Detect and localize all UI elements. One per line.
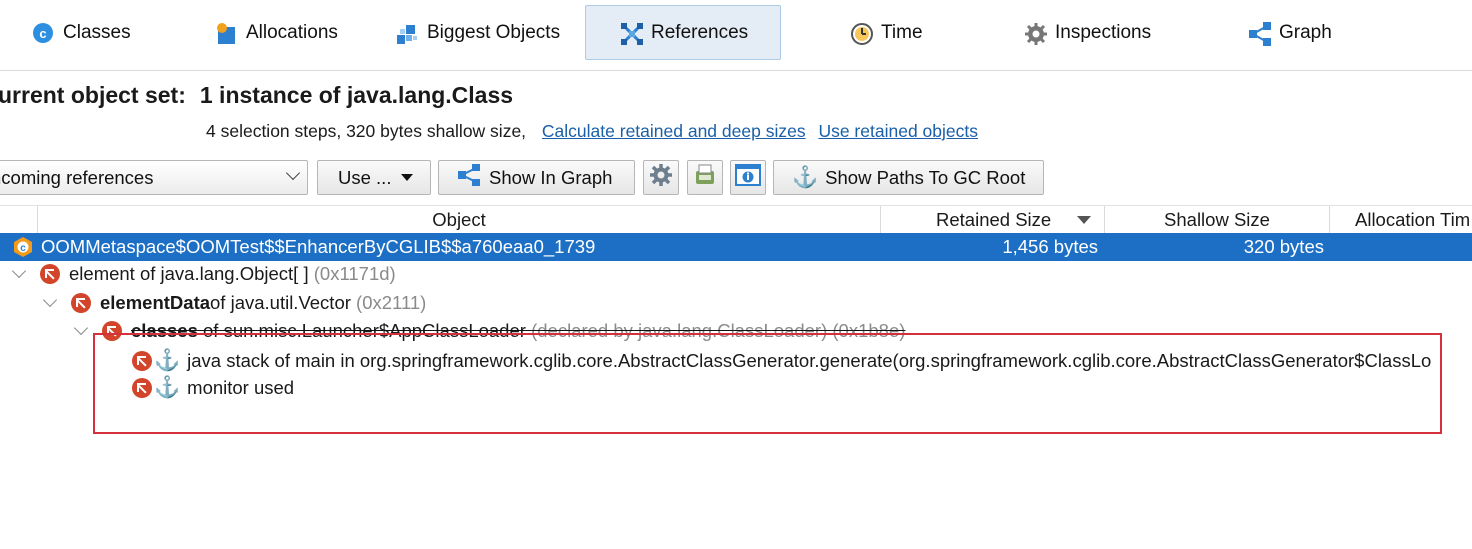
retained-size-value: 1,456 bytes: [1002, 236, 1098, 257]
show-in-graph-button[interactable]: Show In Graph: [438, 160, 635, 195]
tab-label: Inspections: [1055, 21, 1152, 43]
graph-icon: [457, 164, 481, 191]
incoming-reference-icon: [40, 264, 60, 284]
tab-classes[interactable]: c Classes: [24, 5, 194, 60]
title-prefix: urrent object set:: [0, 82, 186, 108]
settings-button[interactable]: [643, 160, 679, 195]
tab-label: Time: [881, 21, 923, 43]
svg-text:c: c: [20, 243, 26, 254]
column-header-shallow-size[interactable]: Shallow Size: [1104, 206, 1329, 234]
info-icon: [735, 163, 761, 192]
time-icon: [850, 22, 873, 45]
expand-chevron-icon[interactable]: [42, 292, 58, 308]
tab-label: Allocations: [246, 21, 338, 43]
tab-inspections[interactable]: Inspections: [1016, 5, 1196, 60]
page-title: urrent object set: 1 instance of java.lan…: [0, 82, 513, 109]
calculate-retained-sizes-link[interactable]: Calculate retained and deep sizes: [542, 121, 806, 141]
view-tab-bar: c Classes Allocations Biggest Objects Re…: [0, 0, 1472, 71]
use-button[interactable]: Use ...: [317, 160, 431, 195]
anchor-icon: ⚓: [792, 165, 819, 189]
tab-label: Biggest Objects: [427, 21, 561, 43]
object-id: (0x1171d): [313, 263, 396, 284]
expand-chevron-icon[interactable]: [11, 263, 27, 279]
tab-label: Classes: [63, 21, 131, 43]
chevron-down-icon: [285, 165, 301, 181]
tab-graph[interactable]: Graph: [1240, 5, 1380, 60]
classes-icon: c: [32, 22, 54, 44]
tree-row[interactable]: element of java.lang.Object[ ] (0x1171d): [11, 260, 396, 288]
reference-view-select[interactable]: ncoming references: [0, 160, 308, 195]
object-set-description: 1 instance of java.lang.Class: [199, 82, 514, 108]
object-set-summary: 4 selection steps, 320 bytes shallow siz…: [206, 121, 978, 142]
sort-descending-icon: [1077, 216, 1091, 224]
gear-icon: [649, 163, 673, 192]
export-icon: [693, 163, 717, 192]
references-icon: [620, 22, 643, 45]
reference-text: of java.util.Vector: [210, 292, 351, 313]
reference-view-value: ncoming references: [0, 166, 154, 188]
graph-icon: [1248, 21, 1271, 46]
reference-text: element of java.lang.Object[ ]: [69, 263, 309, 284]
info-button[interactable]: [730, 160, 766, 195]
svg-text:c: c: [39, 26, 46, 41]
tab-label: References: [651, 21, 749, 43]
use-retained-objects-link[interactable]: Use retained objects: [818, 121, 978, 141]
biggest-objects-icon: [396, 22, 418, 44]
show-in-graph-label: Show In Graph: [489, 166, 613, 188]
export-button[interactable]: [687, 160, 723, 195]
use-button-label: Use ...: [338, 166, 392, 188]
column-header-object[interactable]: Object: [37, 206, 880, 234]
tab-time[interactable]: Time: [842, 5, 982, 60]
column-label: Retained Size: [936, 209, 1052, 230]
allocations-icon: [215, 22, 237, 44]
object-id: (0x2111): [356, 292, 427, 313]
table-header: Object Retained Size Shallow Size Alloca…: [0, 205, 1472, 235]
inspections-icon: [1024, 22, 1047, 45]
tab-label: Graph: [1279, 21, 1332, 43]
table-row-selected[interactable]: c OOMMetaspace$OOMTest$$EnhancerByCGLIB$…: [0, 233, 1472, 261]
gc-root-label: Show Paths To GC Root: [825, 166, 1026, 188]
highlight-annotation-box: [93, 333, 1442, 434]
tree-row[interactable]: elementData of java.util.Vector (0x2111): [42, 289, 427, 317]
show-paths-to-gc-root-button[interactable]: ⚓ Show Paths To GC Root: [773, 160, 1044, 195]
field-name: elementData: [100, 292, 211, 313]
tab-references[interactable]: References: [585, 5, 781, 60]
dropdown-arrow-icon: [401, 174, 414, 181]
shallow-size-value: 320 bytes: [1243, 236, 1324, 257]
tab-biggest-objects[interactable]: Biggest Objects: [388, 5, 578, 60]
summary-text: 4 selection steps, 320 bytes shallow siz…: [206, 121, 527, 141]
expand-chevron-icon[interactable]: [73, 320, 89, 336]
column-header-allocation-time[interactable]: Allocation Tim: [1329, 206, 1472, 234]
object-name: OOMMetaspace$OOMTest$$EnhancerByCGLIB$$a…: [41, 236, 596, 257]
tab-allocations[interactable]: Allocations: [207, 5, 377, 60]
incoming-reference-icon: [71, 293, 91, 313]
column-header-retained-size[interactable]: Retained Size: [880, 206, 1104, 234]
